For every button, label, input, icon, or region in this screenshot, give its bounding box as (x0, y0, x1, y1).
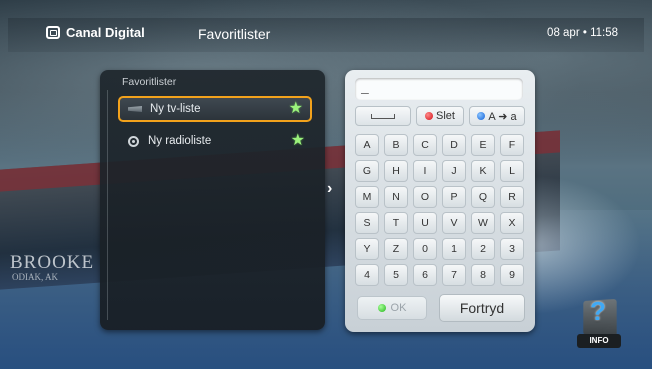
ok-label: OK (390, 302, 407, 314)
key-z[interactable]: Z (384, 238, 408, 260)
keyboard-row: MNOPQR (355, 186, 527, 208)
space-button[interactable] (355, 106, 411, 126)
key-n[interactable]: N (384, 186, 408, 208)
cancel-button[interactable]: Fortryd (439, 294, 525, 322)
list-item-radio[interactable]: Ny radioliste ★ (118, 128, 312, 154)
panel-divider (107, 90, 108, 320)
key-0[interactable]: 0 (413, 238, 437, 260)
key-t[interactable]: T (384, 212, 408, 234)
key-o[interactable]: O (413, 186, 437, 208)
key-b[interactable]: B (384, 134, 408, 156)
key-x[interactable]: X (500, 212, 524, 234)
page-title: Favoritlister (198, 26, 271, 42)
case-toggle-label: A ➜ a (488, 110, 517, 123)
ok-button[interactable]: OK (357, 296, 427, 320)
tv-screen: BROOKE ODIAK, AK Canal Digital Favoritli… (0, 0, 652, 369)
favorites-panel-title: Favoritlister (122, 76, 177, 88)
key-u[interactable]: U (413, 212, 437, 234)
brand-logo-icon (46, 26, 60, 39)
key-d[interactable]: D (442, 134, 466, 156)
keyboard-row: ABCDEF (355, 134, 527, 156)
keyboard-row: STUVWX (355, 212, 527, 234)
info-button[interactable]: ? INFO (574, 296, 624, 352)
list-item-tv[interactable]: Ny tv-liste ★ (118, 96, 312, 122)
key-7[interactable]: 7 (442, 264, 466, 286)
brand-name: Canal Digital (66, 25, 145, 40)
key-m[interactable]: M (355, 186, 379, 208)
keyboard-row: GHIJKL (355, 160, 527, 182)
key-3[interactable]: 3 (500, 238, 524, 260)
key-2[interactable]: 2 (471, 238, 495, 260)
keyboard-panel: _ Slet A ➜ a ABCDEF GHIJKL MNOPQR STUVWX YZ0… (345, 70, 535, 332)
name-input[interactable]: _ (355, 78, 523, 100)
red-button-icon (425, 112, 434, 120)
background-boat-port: ODIAK, AK (12, 272, 58, 282)
key-y[interactable]: Y (355, 238, 379, 260)
keyboard-row: YZ0123 (355, 238, 527, 260)
key-j[interactable]: J (442, 160, 466, 182)
key-c[interactable]: C (413, 134, 437, 156)
key-s[interactable]: S (355, 212, 379, 234)
key-8[interactable]: 8 (471, 264, 495, 286)
key-5[interactable]: 5 (384, 264, 408, 286)
key-e[interactable]: E (471, 134, 495, 156)
list-item-label: Ny tv-liste (150, 103, 201, 115)
list-item-label: Ny radioliste (148, 135, 212, 147)
case-toggle-button[interactable]: A ➜ a (469, 106, 525, 126)
green-button-icon (377, 304, 386, 312)
key-w[interactable]: W (471, 212, 495, 234)
key-1[interactable]: 1 (442, 238, 466, 260)
date-time: 08 apr • 11:58 (547, 27, 618, 39)
info-label: INFO (577, 334, 621, 348)
key-6[interactable]: 6 (413, 264, 437, 286)
top-bar: Canal Digital Favoritlister 08 apr • 11:… (8, 18, 644, 52)
favorites-panel: Favoritlister Ny tv-liste ★ Ny radiolist… (100, 70, 325, 330)
star-icon: ★ (288, 100, 303, 117)
key-v[interactable]: V (442, 212, 466, 234)
key-4[interactable]: 4 (355, 264, 379, 286)
key-l[interactable]: L (500, 160, 524, 182)
tv-icon (126, 102, 144, 116)
keyboard-row: 456789 (355, 264, 527, 286)
chevron-right-icon: › (327, 180, 333, 197)
blue-button-icon (477, 112, 486, 120)
key-k[interactable]: K (471, 160, 495, 182)
key-i[interactable]: I (413, 160, 437, 182)
key-f[interactable]: F (500, 134, 524, 156)
delete-label: Slet (436, 110, 455, 122)
space-icon (371, 113, 395, 119)
keyboard-keys: ABCDEF GHIJKL MNOPQR STUVWX YZ0123 456789 (355, 134, 527, 290)
question-mark-icon: ? (590, 296, 606, 326)
key-p[interactable]: P (442, 186, 466, 208)
brand-logo: Canal Digital (46, 25, 145, 40)
star-icon: ★ (290, 132, 305, 149)
key-h[interactable]: H (384, 160, 408, 182)
background-boat-name: BROOKE (10, 252, 95, 273)
key-g[interactable]: G (355, 160, 379, 182)
radio-icon (124, 134, 142, 148)
key-9[interactable]: 9 (500, 264, 524, 286)
delete-button[interactable]: Slet (416, 106, 464, 126)
key-a[interactable]: A (355, 134, 379, 156)
key-q[interactable]: Q (471, 186, 495, 208)
key-r[interactable]: R (500, 186, 524, 208)
